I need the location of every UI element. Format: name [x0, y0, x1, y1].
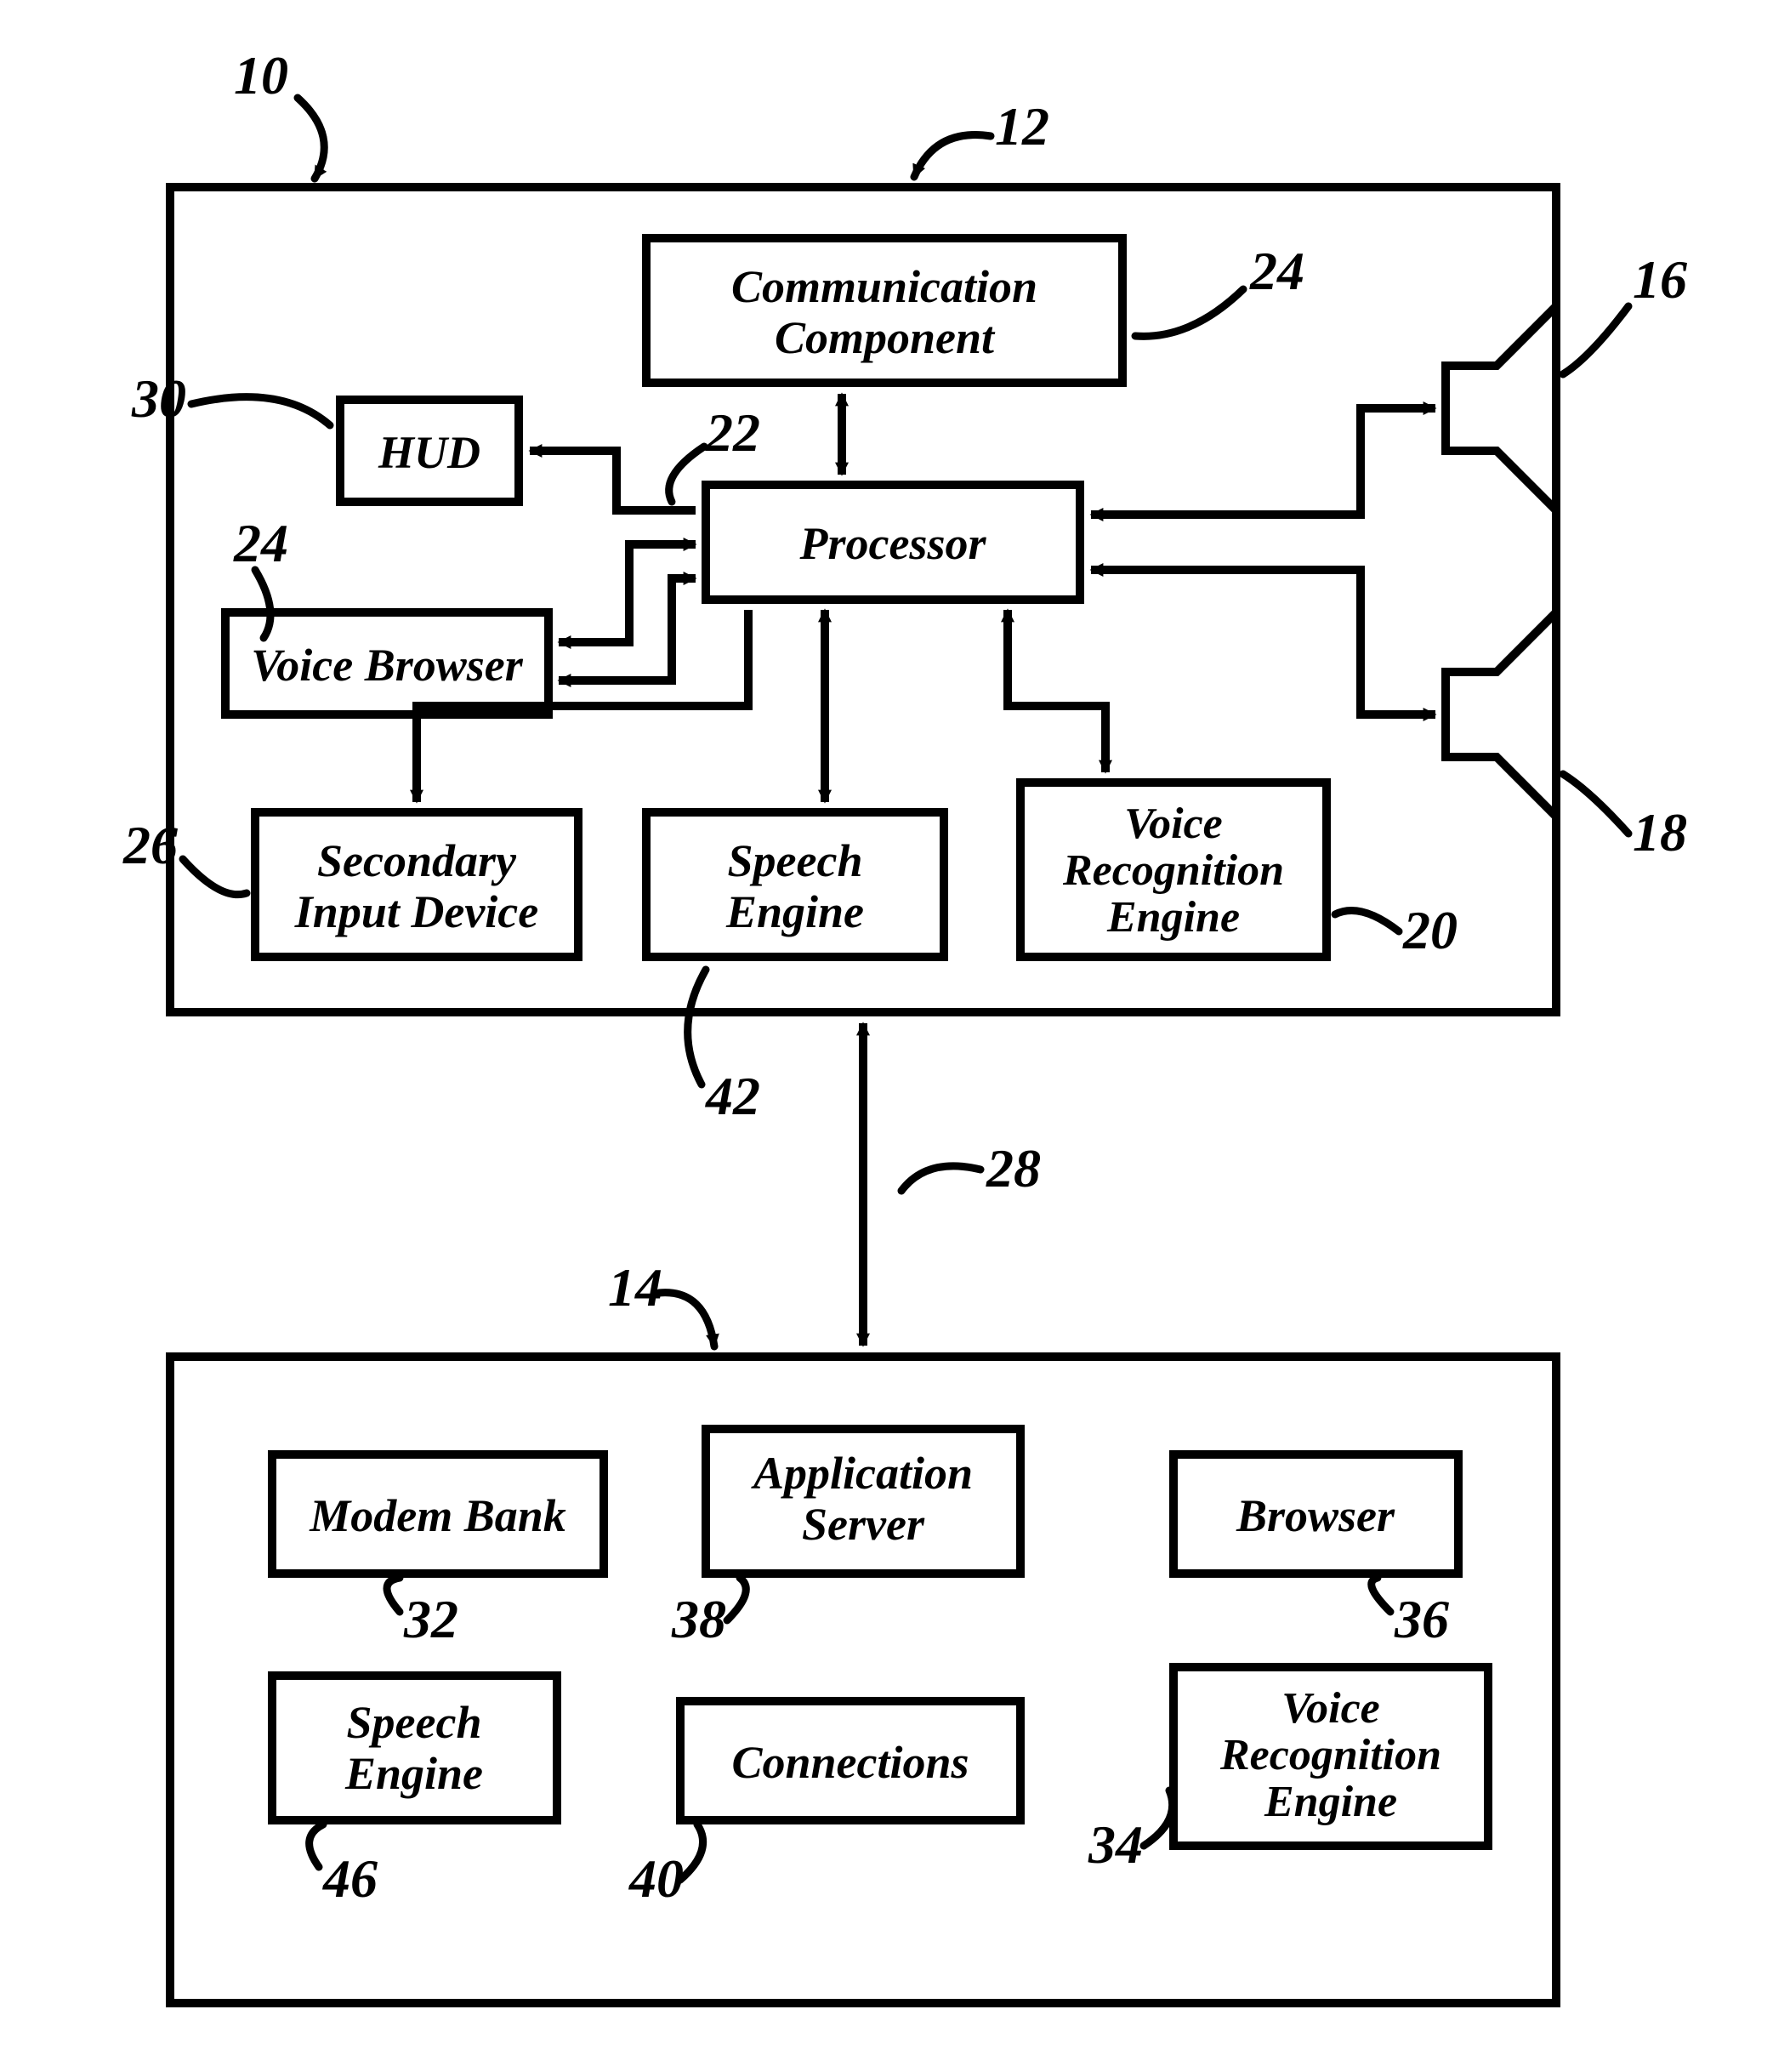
- ref-40: 40: [628, 1848, 684, 1909]
- ref-20: 20: [1402, 900, 1458, 960]
- label-voice-browser: Voice Browser: [251, 640, 524, 691]
- ref-24a: 24: [1249, 241, 1304, 301]
- ref-46: 46: [322, 1848, 378, 1909]
- label-speech-engine-top-2: Engine: [725, 886, 864, 937]
- label-secondary-input-1: Secondary: [317, 835, 517, 886]
- label-speech-engine-bot-2: Engine: [344, 1748, 483, 1799]
- ref-18: 18: [1633, 802, 1687, 862]
- label-processor: Processor: [799, 518, 987, 569]
- leader-16: [1563, 306, 1628, 374]
- leader-12: [914, 135, 991, 177]
- label-modem-bank: Modem Bank: [309, 1490, 566, 1541]
- leader-18: [1563, 774, 1628, 834]
- label-speech-engine-bot-1: Speech: [347, 1697, 482, 1748]
- label-vre-top-3: Engine: [1106, 893, 1240, 942]
- ref-24b: 24: [233, 513, 288, 573]
- ref-32: 32: [403, 1589, 458, 1649]
- ref-14: 14: [608, 1257, 662, 1318]
- label-vre-bot-1: Voice: [1281, 1684, 1380, 1733]
- leader-28: [901, 1166, 980, 1191]
- label-hud: HUD: [378, 427, 480, 478]
- ref-38: 38: [671, 1589, 726, 1649]
- ref-22: 22: [705, 402, 760, 463]
- leader-10: [298, 98, 324, 179]
- label-browser: Browser: [1236, 1490, 1395, 1541]
- label-vre-top-1: Voice: [1124, 800, 1223, 848]
- ref-28: 28: [986, 1138, 1041, 1198]
- label-communication-component-2: Component: [775, 312, 996, 363]
- label-application-server-2: Server: [802, 1499, 925, 1550]
- ref-26: 26: [122, 815, 178, 875]
- ref-30: 30: [131, 368, 186, 429]
- ref-42: 42: [705, 1066, 760, 1126]
- diagram-root: Communication Component Processor HUD Vo…: [0, 0, 1790, 2072]
- ref-12: 12: [995, 96, 1049, 157]
- label-secondary-input-2: Input Device: [294, 886, 538, 937]
- label-communication-component-1: Communication: [731, 261, 1037, 312]
- label-connections: Connections: [731, 1737, 969, 1788]
- ref-36: 36: [1394, 1589, 1449, 1649]
- label-vre-bot-3: Engine: [1264, 1778, 1397, 1826]
- ref-16: 16: [1633, 249, 1687, 310]
- ref-34: 34: [1088, 1814, 1143, 1875]
- label-vre-top-2: Recognition: [1062, 846, 1284, 895]
- ref-10: 10: [234, 45, 288, 105]
- label-application-server-1: Application: [751, 1448, 973, 1499]
- leader-14: [659, 1293, 714, 1346]
- label-speech-engine-top-1: Speech: [728, 835, 863, 886]
- label-vre-bot-2: Recognition: [1219, 1731, 1441, 1779]
